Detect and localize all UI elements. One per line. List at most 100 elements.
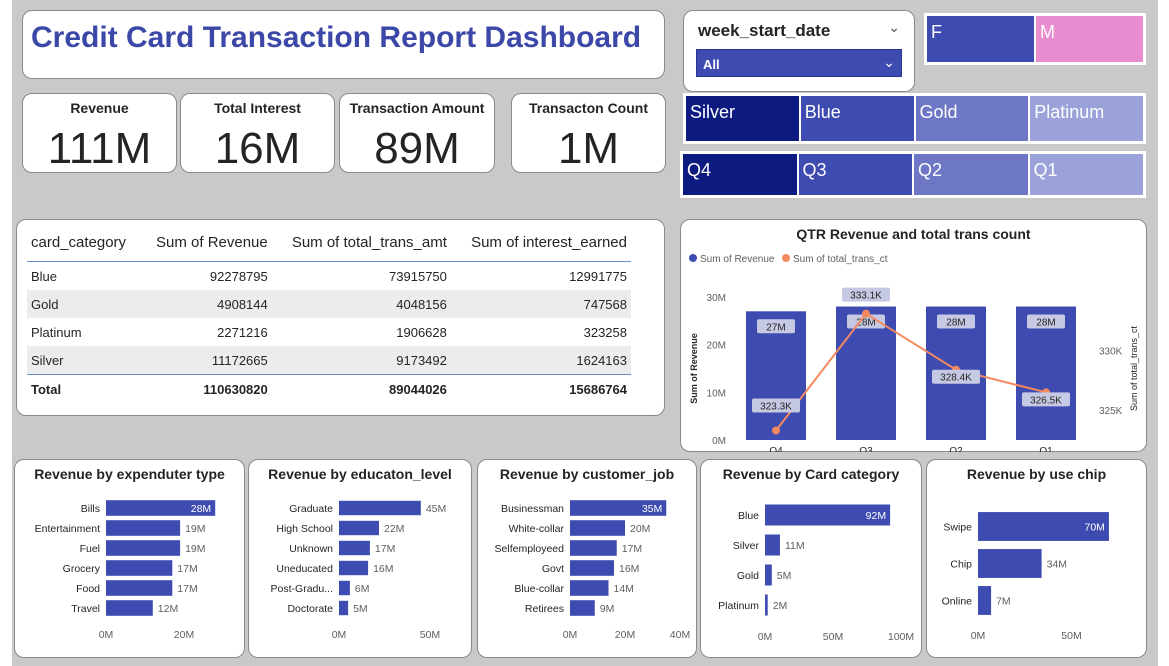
bar-data-label: 17M: [622, 543, 642, 555]
tile-quarter-q1[interactable]: Q1: [1029, 154, 1143, 195]
bar-data-label: 11M: [785, 540, 805, 552]
bar-data-label: 22M: [384, 523, 404, 535]
revenue-bar: [106, 580, 173, 596]
kpi-transaction-count-card[interactable]: Transacton Count 1M: [511, 93, 666, 173]
chart-title: Revenue by customer_job: [499, 466, 675, 482]
kpi-value: 16M: [214, 124, 301, 173]
category-label: Grocery: [63, 563, 101, 575]
x-tick-label: 0M: [758, 631, 773, 643]
bar-data-label: 5M: [777, 570, 792, 582]
kpi-revenue-card[interactable]: Revenue 111M: [22, 93, 177, 173]
table-cell: 747568: [450, 290, 631, 318]
category-label: Blue: [738, 510, 759, 522]
matrix-header-cell[interactable]: card_category: [27, 230, 140, 262]
table-cell: Platinum: [31, 324, 82, 340]
education-chart-card: Revenue by educaton_level Graduate 45M Hig…: [248, 459, 472, 658]
title-card: Credit Card Transaction Report Dashboard: [22, 10, 665, 79]
bar-data-label: 6M: [355, 583, 370, 595]
kpi-label: Transacton Count: [528, 100, 648, 116]
category-label: Chip: [950, 559, 972, 571]
tile-card-gold[interactable]: Gold: [915, 96, 1029, 141]
tile-quarter-q2[interactable]: Q2: [914, 154, 1028, 195]
bar-chart-svg: Blue 92M Silver 11M Gold 5M Platinum 2M 0M 50M 100…: [718, 504, 914, 643]
category-label: Food: [76, 583, 100, 595]
qtr-revenue-chart-card: QTR Revenue and total trans count Sum of…: [680, 219, 1147, 452]
table-row[interactable]: Blue 92278795 73915750 12991775: [27, 261, 631, 290]
bar-data-label: 9M: [600, 603, 615, 615]
category-label: White-collar: [509, 523, 565, 535]
legend-label: Sum of total_trans_ct: [793, 254, 888, 265]
tile-gender-m[interactable]: M: [1036, 16, 1143, 62]
table-cell: 323258: [583, 324, 627, 340]
category-label: Travel: [71, 603, 100, 615]
revenue-bar: [570, 520, 625, 536]
matrix-header-cell[interactable]: Sum of Revenue: [140, 230, 272, 262]
x-tick-label: 100M: [888, 631, 914, 643]
card-category-chart-card: Revenue by Card category Blue 92M Silver 11…: [700, 459, 922, 658]
tile-card-platinum[interactable]: Platinum: [1030, 96, 1143, 141]
category-label: Unknown: [289, 543, 333, 555]
tile-card-blue[interactable]: Blue: [800, 96, 914, 141]
bar-data-label: 17M: [375, 543, 395, 555]
table-cell: 9173492: [271, 346, 451, 375]
y-tick-label: 30M: [707, 293, 726, 304]
table-cell: 1624163: [450, 346, 631, 375]
bar-data-label: 70M: [1085, 522, 1105, 534]
revenue-bar: [765, 534, 780, 556]
kpi-label: Transaction Amount: [349, 100, 485, 116]
tile-quarter-q3[interactable]: Q3: [798, 154, 912, 195]
table-cell: Total: [27, 374, 141, 403]
bar-chart-svg: Graduate 45M High School 22M Unknown 17M Unedu…: [271, 500, 446, 641]
table-row[interactable]: Platinum 2271216 1906628 323258: [27, 318, 631, 346]
x-tick-label: Q2: [949, 446, 963, 452]
category-label: Retirees: [525, 603, 564, 615]
slicer-selected-value: All: [703, 57, 720, 72]
kpi-total-interest-card[interactable]: Total Interest 16M: [180, 93, 335, 173]
slicer-label: week_start_date: [698, 21, 831, 40]
chart-title: Revenue by Card category: [722, 466, 900, 482]
revenue-bar: [339, 560, 369, 576]
trans-count-line: [775, 312, 1047, 432]
x-tick-label: 0M: [563, 629, 578, 641]
slicer-dropdown[interactable]: All ⌄: [696, 49, 902, 77]
bar-data-label: 92M: [866, 510, 886, 522]
bar-data-label: 45M: [426, 503, 446, 515]
trans-count-data-label: 326.5K: [1030, 395, 1062, 406]
x-tick-label: Q4: [769, 446, 783, 452]
y-axis-title: Sum of Revenue: [689, 333, 699, 404]
table-row[interactable]: Silver 11172665 9173492 1624163: [27, 346, 631, 375]
revenue-bar: [765, 594, 768, 616]
bar-data-label: 16M: [373, 563, 393, 575]
tile-gender-f[interactable]: F: [927, 16, 1034, 62]
bar-data-label: 19M: [185, 523, 205, 535]
table-cell: 89044026: [271, 374, 451, 403]
chevron-down-icon[interactable]: ⌄: [888, 19, 900, 36]
bar-data-label: 20M: [630, 523, 650, 535]
tile-card-silver[interactable]: Silver: [686, 96, 799, 141]
bar-data-label: 35M: [642, 503, 662, 515]
category-label: Silver: [733, 540, 760, 552]
revenue-bar: [106, 520, 181, 536]
chart-title: QTR Revenue and total trans count: [796, 226, 1031, 242]
expenditure-chart-card: Revenue by expenduter type Bills 28M Enter…: [14, 459, 245, 658]
revenue-bar: [106, 560, 173, 576]
table-cell: 73915750: [271, 261, 451, 290]
tile-quarter-q4[interactable]: Q4: [683, 154, 797, 195]
category-label: Selfemployeed: [495, 543, 565, 555]
matrix-header-cell[interactable]: Sum of total_trans_amt: [272, 230, 451, 262]
category-label: Online: [942, 596, 973, 608]
week-start-date-slicer: week_start_date ⌄ All ⌄: [683, 10, 915, 92]
chart-title: Revenue by educaton_level: [268, 466, 452, 482]
x-tick-label: 50M: [1061, 630, 1081, 642]
y-tick-label: 0M: [712, 436, 726, 447]
table-row[interactable]: Gold 4908144 4048156 747568: [27, 290, 631, 318]
bar-chart-svg: Businessman 35M White-collar 20M Selfemploye…: [495, 500, 690, 641]
matrix-header-cell[interactable]: Sum of interest_earned: [451, 230, 631, 262]
revenue-bar: [978, 586, 992, 615]
revenue-bar: [339, 540, 370, 556]
customer-job-chart-card: Revenue by customer_job Businessman 35M Wh…: [477, 459, 697, 658]
table-cell: 15686764: [450, 374, 631, 403]
bar-data-label: 19M: [185, 543, 205, 555]
kpi-transaction-amount-card[interactable]: Transaction Amount 89M: [339, 93, 495, 173]
kpi-label: Revenue: [70, 100, 129, 116]
